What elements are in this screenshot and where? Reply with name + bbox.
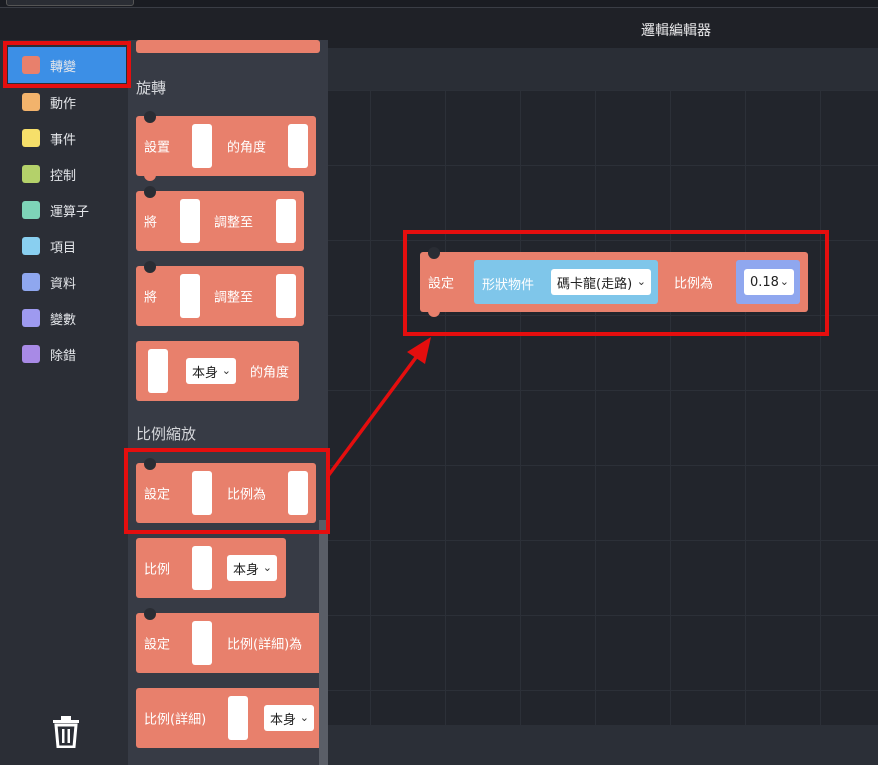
select-value: 本身 — [270, 712, 297, 728]
block-label: 比例 — [144, 562, 171, 578]
category-motion[interactable]: 動作 — [8, 84, 126, 120]
input-slot[interactable] — [288, 124, 308, 168]
window-title: 邏輯編輯器 — [641, 23, 711, 39]
target-select[interactable]: 本身 ⌄ — [186, 358, 236, 384]
category-swatch — [22, 129, 40, 147]
input-slot[interactable] — [148, 349, 168, 393]
block-label: 比例(詳細)為 — [227, 637, 303, 653]
input-slot[interactable] — [192, 124, 212, 168]
block-notch — [144, 261, 156, 273]
category-label: 除錯 — [50, 348, 77, 364]
block-label: 設定 — [144, 637, 171, 653]
category-events[interactable]: 事件 — [8, 120, 126, 156]
target-select[interactable]: 本身 ⌄ — [264, 705, 314, 731]
category-swatch — [22, 201, 40, 219]
browser-tab[interactable] — [6, 0, 134, 6]
chevron-down-icon: ⌄ — [221, 364, 231, 377]
category-operators[interactable]: 運算子 — [8, 192, 126, 228]
block-label: 的角度 — [250, 365, 290, 381]
highlight-flyout-block-box — [124, 448, 330, 534]
chevron-down-icon: ⌄ — [299, 711, 309, 724]
workspace-canvas[interactable] — [328, 48, 878, 765]
input-slot[interactable] — [276, 199, 296, 243]
highlight-workspace-block-box — [403, 230, 829, 336]
category-swatch — [22, 165, 40, 183]
category-swatch — [22, 237, 40, 255]
chevron-down-icon: ⌄ — [262, 561, 272, 574]
category-swatch — [22, 309, 40, 327]
target-select[interactable]: 本身 ⌄ — [227, 555, 277, 581]
section-scale-title: 比例縮放 — [136, 425, 197, 443]
block-label: 調整至 — [214, 290, 254, 306]
block-set-angle[interactable]: 設置 的角度 — [136, 111, 316, 181]
flyout-scrollbar[interactable] — [319, 520, 328, 765]
category-label: 運算子 — [50, 204, 90, 220]
category-label: 動作 — [50, 96, 77, 112]
block-notch — [144, 111, 156, 123]
block-partial[interactable] — [136, 40, 320, 53]
block-tab — [144, 169, 156, 181]
block-adjust-to[interactable]: 將 調整至 — [136, 261, 304, 326]
block-label: 調整至 — [214, 215, 254, 231]
block-adjust-to[interactable]: 將 調整至 — [136, 186, 304, 251]
category-swatch — [22, 93, 40, 111]
category-label: 項目 — [50, 240, 77, 256]
category-sidebar: 轉變 動作 事件 控制 運算子 項目 資料 變數 除錯 — [0, 40, 128, 765]
block-label: 比例(詳細) — [144, 712, 207, 728]
input-slot[interactable] — [276, 274, 296, 318]
select-value: 本身 — [192, 365, 219, 381]
category-control[interactable]: 控制 — [8, 156, 126, 192]
block-label: 將 — [144, 290, 158, 306]
category-variables[interactable]: 變數 — [8, 300, 126, 336]
input-slot[interactable] — [192, 546, 212, 590]
block-notch — [144, 608, 156, 620]
block-notch — [144, 186, 156, 198]
block-scale-of[interactable]: 比例 本身 ⌄ — [136, 538, 286, 598]
category-items[interactable]: 項目 — [8, 228, 126, 264]
block-set-scale-detail[interactable]: 設定 比例(詳細)為 — [136, 608, 328, 673]
input-slot[interactable] — [180, 274, 200, 318]
select-value: 本身 — [233, 562, 260, 578]
category-label: 事件 — [50, 132, 77, 148]
block-angle-of[interactable]: 本身 ⌄ 的角度 — [136, 341, 299, 401]
category-debug[interactable]: 除錯 — [8, 336, 126, 372]
category-label: 控制 — [50, 168, 77, 184]
category-label: 資料 — [50, 276, 77, 292]
block-label: 將 — [144, 215, 158, 231]
block-label: 的角度 — [227, 140, 267, 156]
input-slot[interactable] — [180, 199, 200, 243]
block-flyout: 旋轉 設置 的角度 將 調整至 將 調整至 本身 ⌄ 的角度 比例縮放 設定 比… — [128, 40, 328, 765]
category-label: 變數 — [50, 312, 77, 328]
browser-tab-strip — [0, 0, 878, 8]
category-swatch — [22, 345, 40, 363]
category-data[interactable]: 資料 — [8, 264, 126, 300]
category-swatch — [22, 273, 40, 291]
highlight-category-box — [3, 41, 131, 88]
block-scale-detail-of[interactable]: 比例(詳細) 本身 ⌄ — [136, 688, 328, 748]
block-label: 設置 — [144, 140, 171, 156]
section-rotation-title: 旋轉 — [136, 79, 167, 97]
trash-icon[interactable] — [52, 716, 80, 748]
workspace-toolbar — [328, 48, 878, 90]
input-slot[interactable] — [192, 621, 212, 665]
input-slot[interactable] — [228, 696, 248, 740]
workspace-bottom-bar — [328, 725, 878, 765]
